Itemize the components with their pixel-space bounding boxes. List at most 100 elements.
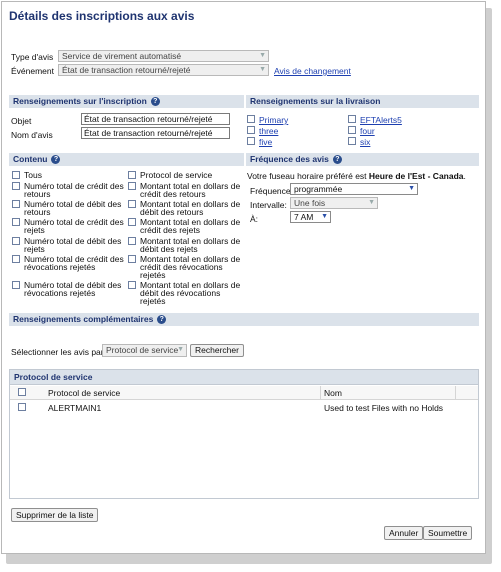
content-option-label: Numéro total de débit des retours <box>24 200 121 217</box>
interval-select-value: Une fois <box>294 198 326 208</box>
content-checkbox[interactable] <box>12 200 20 208</box>
main-panel: Détails des inscriptions aux avis Type d… <box>1 1 486 554</box>
help-icon[interactable]: ? <box>51 155 61 165</box>
subscription-header-label: Renseignements sur l'inscription <box>13 96 147 106</box>
column-divider <box>320 386 321 399</box>
delivery-header: Renseignements sur la livraison <box>246 95 479 108</box>
label-line: retours <box>24 207 51 217</box>
label-line: rejetés <box>140 296 166 306</box>
content-checkbox[interactable] <box>128 281 136 289</box>
name-input[interactable]: État de transaction retourné/rejeté <box>81 127 230 139</box>
delivery-link[interactable]: five <box>259 137 272 147</box>
additional-info-header-label: Renseignements complémentaires <box>13 314 154 324</box>
time-select[interactable]: 7 AM ▼ <box>290 211 331 223</box>
row-checkbox[interactable] <box>18 403 26 411</box>
content-option-label: Montant total en dollars de crédit des re… <box>140 182 240 199</box>
help-icon[interactable]: ? <box>332 155 342 165</box>
content-checkbox[interactable] <box>12 171 20 179</box>
event-select[interactable]: État de transaction retourné/rejeté ▼ <box>58 64 269 76</box>
event-label: Événement <box>11 66 54 76</box>
remove-from-list-button[interactable]: Supprimer de la liste <box>11 508 99 522</box>
label-line: débit des rejets <box>140 244 198 254</box>
row-name: Used to test Files with no Holds <box>324 403 444 413</box>
chevron-down-icon: ▼ <box>259 66 266 73</box>
content-checkbox[interactable] <box>12 281 20 289</box>
content-checkbox[interactable] <box>12 237 20 245</box>
content-header: Contenu? <box>9 153 244 166</box>
delivery-link[interactable]: six <box>360 137 370 147</box>
delivery-link[interactable]: three <box>259 126 278 136</box>
submit-button[interactable]: Soumettre <box>423 526 473 540</box>
content-option-label: Numéro total de crédit des retours <box>24 182 124 199</box>
content-option-label: Numéro total de débit des rejets <box>24 237 121 254</box>
content-checkbox[interactable] <box>12 182 20 190</box>
content-option-label: Montant total en dollars de débit des rej… <box>140 237 240 254</box>
content-checkbox[interactable] <box>12 218 20 226</box>
content-option-label: Montant total en dollars de débit des ret… <box>140 200 240 217</box>
results-column-headers: Protocol de service Nom <box>10 386 478 400</box>
interval-select[interactable]: Une fois ▼ <box>290 197 378 209</box>
content-checkbox[interactable] <box>128 237 136 245</box>
delivery-link[interactable]: EFTAlerts5 <box>360 115 402 125</box>
chevron-down-icon: ▼ <box>408 185 415 192</box>
interval-label: Intervalle: <box>250 200 287 210</box>
type-select[interactable]: Service de virement automatisé ▼ <box>58 50 269 62</box>
help-icon[interactable]: ? <box>157 315 167 325</box>
content-checkbox[interactable] <box>128 255 136 263</box>
column-name[interactable]: Nom <box>324 388 342 398</box>
label-line: Tous <box>24 170 42 180</box>
delivery-checkbox[interactable] <box>348 126 356 134</box>
label-line: révocations rejetés <box>24 262 96 272</box>
content-option-label: Montant total en dollars de crédit des re… <box>140 218 240 235</box>
additional-info-header: Renseignements complémentaires? <box>9 313 479 326</box>
content-checkbox[interactable] <box>128 182 136 190</box>
time-select-value: 7 AM <box>294 212 314 222</box>
label-line: débit des retours <box>140 207 204 217</box>
event-select-value: État de transaction retourné/rejeté <box>62 65 191 75</box>
delivery-header-label: Renseignements sur la livraison <box>250 96 381 106</box>
content-option-label: Montant total en dollars de débit des rév… <box>140 281 240 306</box>
content-checkbox[interactable] <box>128 200 136 208</box>
content-checkbox[interactable] <box>128 171 136 179</box>
search-by-label: Sélectionner les avis par: <box>11 347 106 357</box>
frequency-header: Fréquence des avis? <box>246 153 479 166</box>
chevron-down-icon: ▼ <box>368 199 375 206</box>
cancel-button[interactable]: Annuler <box>384 526 424 540</box>
search-by-select[interactable]: Protocol de service ▼ <box>102 344 187 357</box>
subject-input[interactable]: État de transaction retourné/rejeté <box>81 113 230 125</box>
label-line: Protocol de service <box>140 170 213 180</box>
chevron-down-icon: ▼ <box>321 213 328 220</box>
content-option-label: Numéro total de crédit des révocations re… <box>24 255 124 272</box>
table-row[interactable]: ALERTMAIN1 Used to test Files with no Ho… <box>10 401 478 413</box>
content-header-label: Contenu <box>13 154 48 164</box>
delivery-link[interactable]: Primary <box>259 115 288 125</box>
type-select-value: Service de virement automatisé <box>62 51 182 61</box>
delivery-checkbox[interactable] <box>348 137 356 145</box>
change-notice-link[interactable]: Avis de changement <box>274 66 351 76</box>
column-divider <box>455 386 456 399</box>
delivery-checkbox[interactable] <box>247 115 255 123</box>
delivery-checkbox[interactable] <box>247 126 255 134</box>
chevron-down-icon: ▼ <box>177 346 184 353</box>
content-option-label: Numéro total de crédit des rejets <box>24 218 124 235</box>
content-checkbox[interactable] <box>12 255 20 263</box>
frequency-select[interactable]: programmée ▼ <box>290 183 418 195</box>
content-checkbox[interactable] <box>128 218 136 226</box>
name-label: Nom d'avis <box>11 130 53 140</box>
delivery-checkbox[interactable] <box>348 115 356 123</box>
help-icon[interactable]: ? <box>150 97 160 107</box>
delivery-checkbox[interactable] <box>247 137 255 145</box>
results-table: Protocol de service Protocol de service … <box>9 369 479 499</box>
label-line: rejets <box>24 244 45 254</box>
search-button[interactable]: Rechercher <box>190 344 244 357</box>
select-all-checkbox[interactable] <box>18 388 26 396</box>
at-label: À: <box>250 214 259 224</box>
label-line: révocations rejetés <box>24 288 96 298</box>
timezone-text: Votre fuseau horaire préféré est Heure d… <box>247 171 466 181</box>
page-title: Détails des inscriptions aux avis <box>9 9 195 23</box>
frequency-header-label: Fréquence des avis <box>250 154 329 164</box>
content-option-label: Montant total en dollars de crédit des ré… <box>140 255 240 280</box>
search-by-select-value: Protocol de service <box>106 345 179 355</box>
column-protocol[interactable]: Protocol de service <box>48 388 120 398</box>
delivery-link[interactable]: four <box>360 126 375 136</box>
